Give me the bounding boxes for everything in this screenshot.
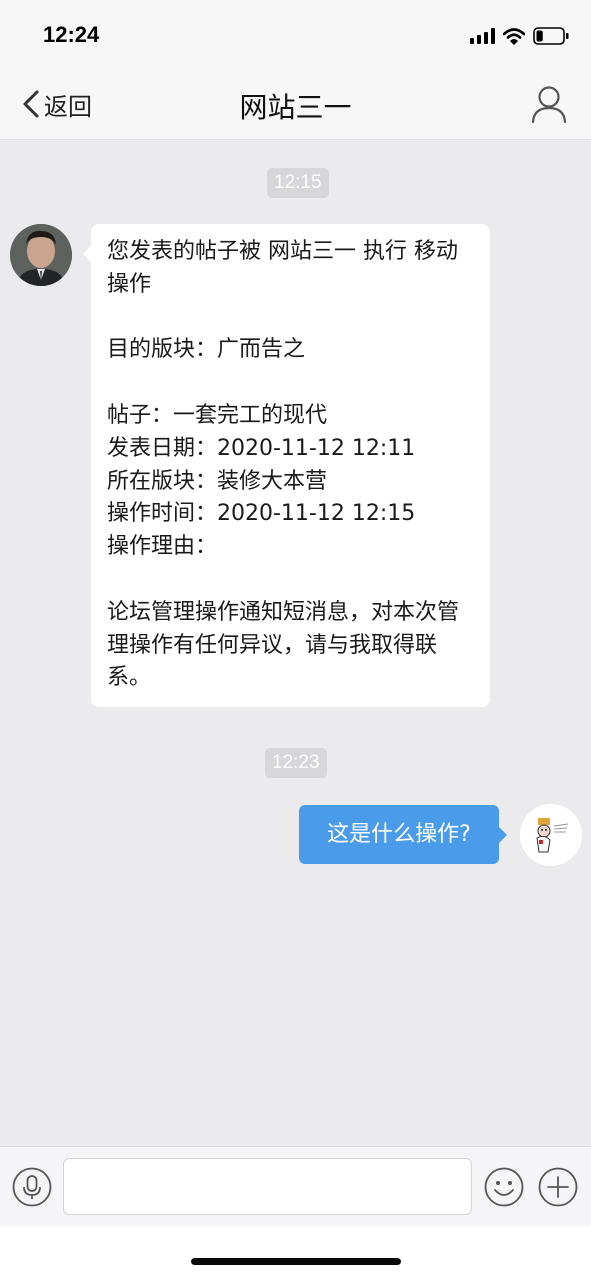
status-icons (470, 24, 569, 48)
emoji-icon (484, 1167, 524, 1207)
microphone-icon (12, 1167, 52, 1207)
input-bar (0, 1146, 591, 1226)
home-indicator[interactable] (191, 1258, 401, 1265)
outgoing-message-bubble[interactable]: 这是什么操作? (299, 805, 507, 864)
battery-icon (533, 27, 569, 45)
voice-button[interactable] (12, 1167, 52, 1207)
message-input[interactable] (63, 1158, 472, 1215)
sender-avatar[interactable] (10, 224, 72, 286)
person-icon (531, 86, 567, 124)
cellular-signal-icon (470, 28, 495, 44)
incoming-message-text: 您发表的帖子被 网站三一 执行 移动 操作 目的版块：广而告之 帖子：一套完工的… (107, 239, 460, 691)
status-time: 12:24 (43, 22, 100, 47)
emoji-button[interactable] (484, 1167, 524, 1207)
my-avatar[interactable] (520, 804, 582, 866)
timestamp-badge: 12:15 (267, 168, 329, 198)
plus-icon (538, 1167, 578, 1207)
status-bar: 12:24 (0, 0, 591, 68)
page-title: 网站三一 (239, 91, 352, 124)
outgoing-message-text: 这是什么操作? (327, 822, 471, 847)
incoming-message-bubble[interactable]: 您发表的帖子被 网站三一 执行 移动 操作 目的版块：广而告之 帖子：一套完工的… (83, 224, 490, 707)
nav-bar: 返回 网站三一 (0, 68, 591, 140)
profile-button[interactable] (531, 84, 567, 124)
timestamp-badge: 12:23 (265, 748, 327, 778)
more-button[interactable] (538, 1167, 578, 1207)
home-indicator-area (0, 1226, 591, 1280)
wifi-icon (503, 27, 525, 45)
